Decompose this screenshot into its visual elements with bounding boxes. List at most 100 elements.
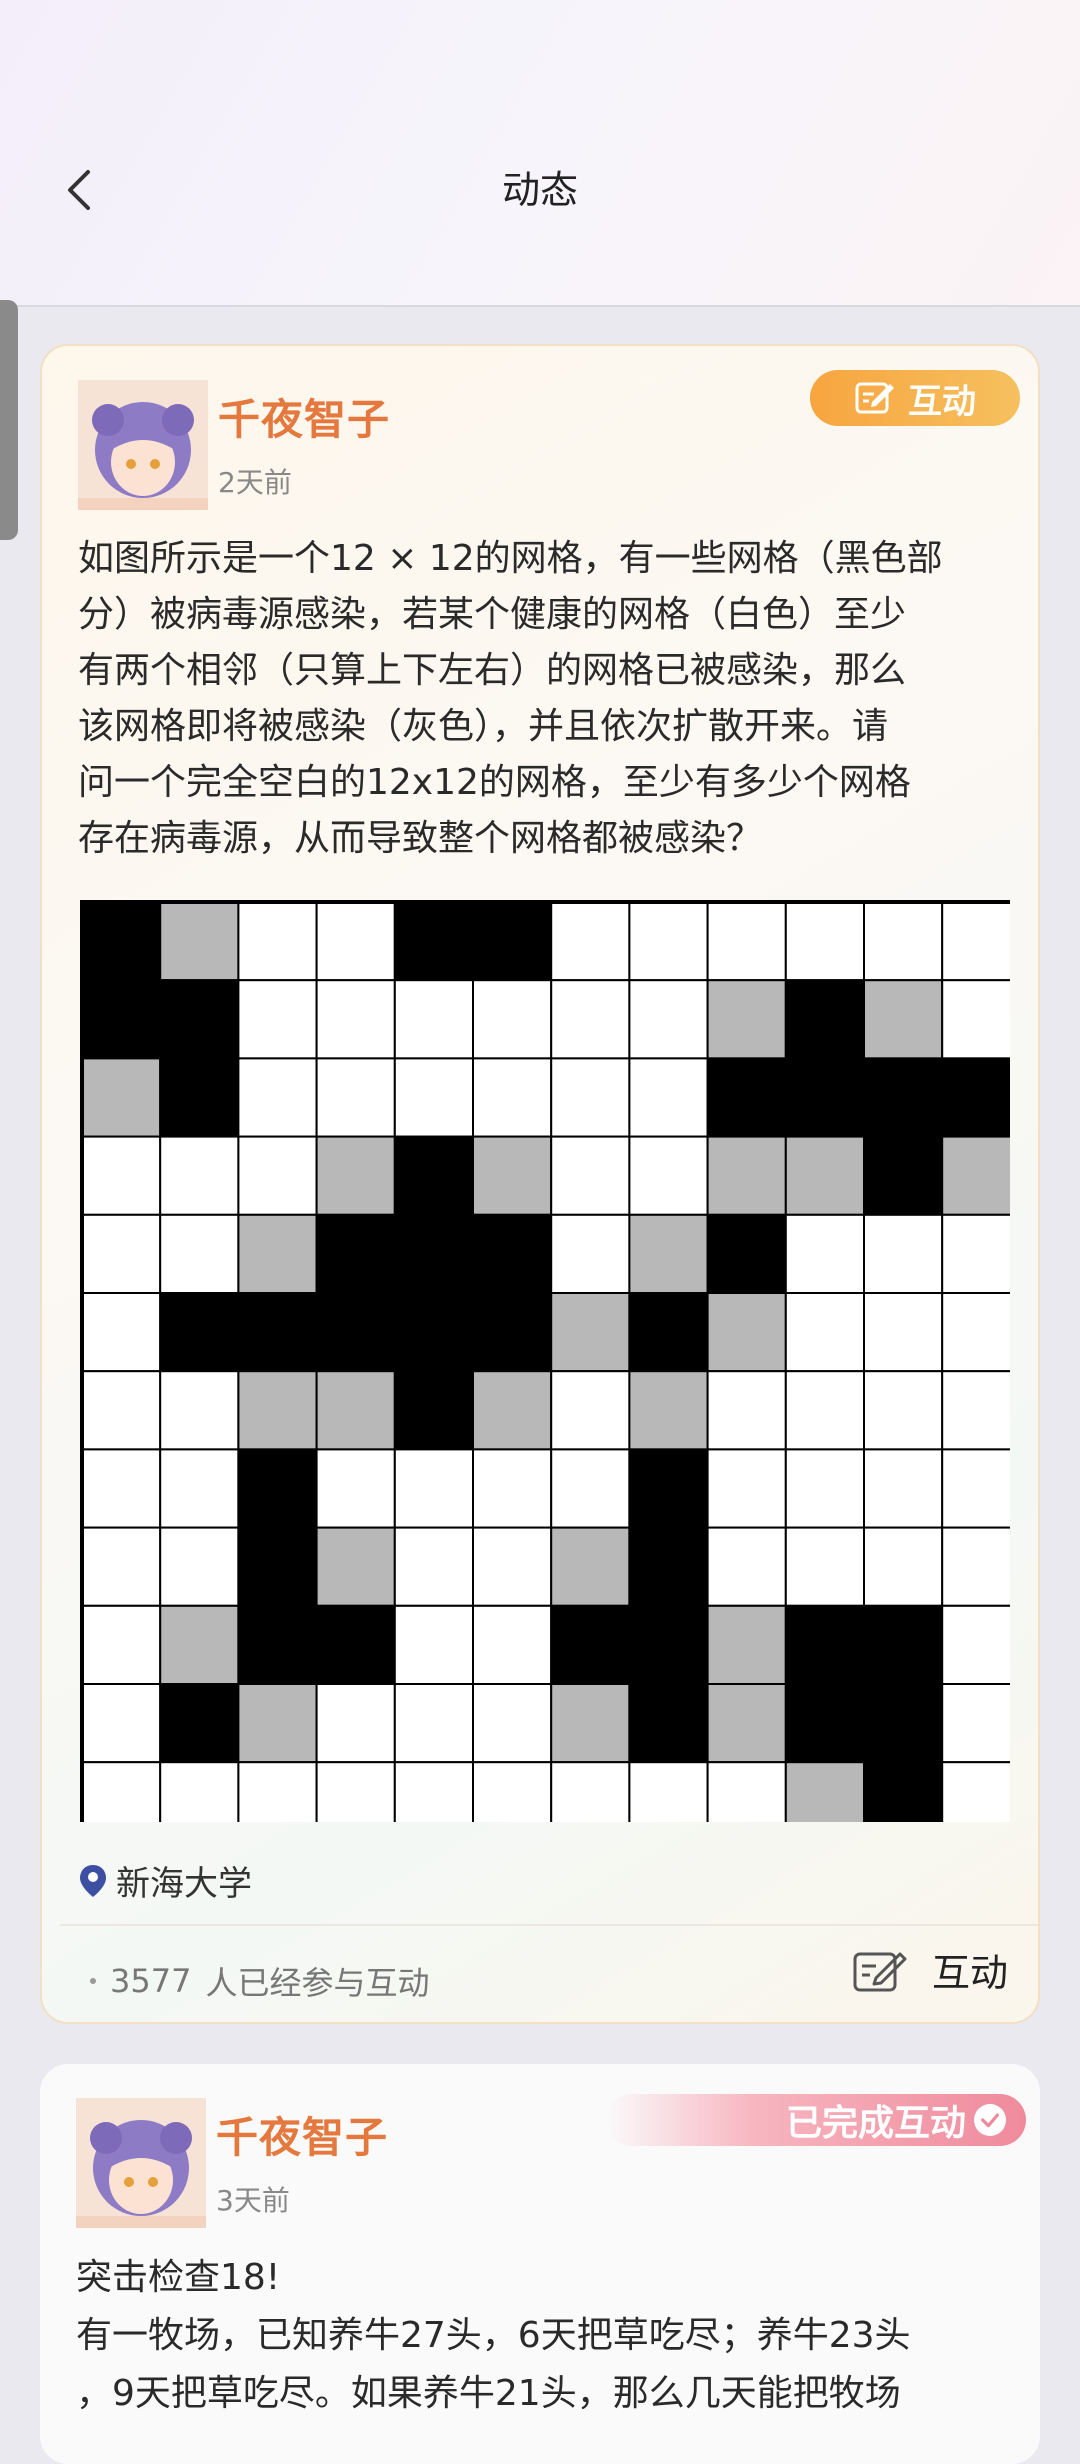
location-tag[interactable]: 新海大学 bbox=[78, 1856, 252, 1905]
grid-cell bbox=[393, 1370, 474, 1451]
avatar[interactable] bbox=[76, 2098, 206, 2228]
interact-badge[interactable]: 互动 bbox=[810, 370, 1020, 426]
grid-cell bbox=[784, 1683, 865, 1764]
grid-cell bbox=[628, 1135, 709, 1216]
grid-cell bbox=[628, 1761, 709, 1822]
participants-info: 3577 人已经参与互动 bbox=[90, 1958, 429, 2004]
grid-cell bbox=[628, 1448, 709, 1529]
grid-cell bbox=[706, 1370, 787, 1451]
grid-cell bbox=[706, 1761, 787, 1822]
edit-note-icon bbox=[853, 1952, 907, 1991]
grid-cell bbox=[472, 979, 553, 1060]
author-name[interactable]: 千夜智子 bbox=[218, 386, 390, 447]
grid-cell bbox=[550, 1370, 631, 1451]
grid-cell bbox=[941, 1526, 1010, 1607]
grid-cell bbox=[237, 1135, 318, 1216]
grid-cell bbox=[941, 979, 1010, 1060]
grid-cell bbox=[784, 1292, 865, 1373]
grid-cell bbox=[550, 1761, 631, 1822]
grid-cell bbox=[472, 1292, 553, 1373]
grid-cell bbox=[393, 1135, 474, 1216]
post-card[interactable]: 千夜智子 3天前 已完成互动 突击检查18! 有一牧场，已知养牛27头，6天把草… bbox=[40, 2064, 1040, 2464]
grid-cell bbox=[784, 1213, 865, 1294]
grid-cell bbox=[159, 1604, 240, 1685]
grid-cell bbox=[315, 1292, 396, 1373]
grid-cell bbox=[628, 1292, 709, 1373]
puzzle-grid-image[interactable] bbox=[80, 900, 1010, 1822]
grid-cell bbox=[706, 1526, 787, 1607]
grid-cell bbox=[159, 979, 240, 1060]
grid-cell bbox=[784, 1057, 865, 1138]
interact-button[interactable]: 互动 bbox=[852, 1942, 1008, 1997]
grid-cell bbox=[159, 1683, 240, 1764]
grid-cell bbox=[237, 1292, 318, 1373]
grid-cell bbox=[81, 901, 162, 982]
grid-cell bbox=[472, 901, 553, 982]
grid-cell bbox=[941, 1213, 1010, 1294]
grid-cell bbox=[237, 1604, 318, 1685]
grid-cell bbox=[315, 1370, 396, 1451]
post-time: 3天前 bbox=[216, 2184, 290, 2217]
grid-cell bbox=[393, 901, 474, 982]
grid-cell bbox=[81, 1135, 162, 1216]
grid-cell bbox=[863, 1604, 944, 1685]
grid-cell bbox=[784, 901, 865, 982]
grid-cell bbox=[863, 1135, 944, 1216]
grid-cell bbox=[393, 1604, 474, 1685]
grid-cell bbox=[81, 1683, 162, 1764]
grid-cell bbox=[472, 1526, 553, 1607]
grid-cell bbox=[81, 1761, 162, 1822]
grid-cell bbox=[81, 979, 162, 1060]
post-card[interactable]: 千夜智子 2天前 互动 如图所示是一个12 × 12的网格，有一些网格（黑色部 … bbox=[40, 344, 1040, 2024]
grid-cell bbox=[159, 1761, 240, 1822]
grid-cell bbox=[393, 1292, 474, 1373]
grid-cell bbox=[550, 1683, 631, 1764]
grid-cell bbox=[237, 1761, 318, 1822]
grid-cell bbox=[159, 1213, 240, 1294]
grid-cell bbox=[941, 1292, 1010, 1373]
grid-cell bbox=[315, 901, 396, 982]
grid-cell bbox=[863, 1761, 944, 1822]
grid-cell bbox=[472, 1448, 553, 1529]
post-body: 如图所示是一个12 × 12的网格，有一些网格（黑色部 分）被病毒源感染，若某个… bbox=[78, 538, 943, 859]
participants-text: 人已经参与互动 bbox=[205, 1964, 430, 2002]
top-bar: 动态 bbox=[0, 0, 1080, 307]
avatar[interactable] bbox=[78, 380, 208, 510]
grid-cell bbox=[472, 1370, 553, 1451]
grid-cell bbox=[237, 901, 318, 982]
grid-cell bbox=[550, 1213, 631, 1294]
grid-cell bbox=[628, 1526, 709, 1607]
grid-cell bbox=[550, 1526, 631, 1607]
grid-cell bbox=[315, 1213, 396, 1294]
grid-cell bbox=[550, 1292, 631, 1373]
grid-cell bbox=[472, 1135, 553, 1216]
completed-badge-label: 已完成互动 bbox=[785, 2103, 966, 2144]
grid-cell bbox=[628, 1683, 709, 1764]
grid-cell bbox=[315, 979, 396, 1060]
grid-cell bbox=[550, 1448, 631, 1529]
grid-cell bbox=[941, 1761, 1010, 1822]
grid-cell bbox=[706, 901, 787, 982]
grid-cell bbox=[81, 1370, 162, 1451]
edit-icon bbox=[855, 382, 894, 414]
grid-cell bbox=[863, 979, 944, 1060]
grid-cell bbox=[81, 1526, 162, 1607]
interact-badge-label: 互动 bbox=[908, 381, 976, 422]
completed-badge: 已完成互动 bbox=[606, 2094, 1026, 2146]
grid-cell bbox=[159, 1526, 240, 1607]
grid-cell bbox=[237, 1448, 318, 1529]
page-title: 动态 bbox=[501, 168, 578, 212]
grid-cell bbox=[863, 1526, 944, 1607]
grid-cell bbox=[863, 1057, 944, 1138]
author-name[interactable]: 千夜智子 bbox=[216, 2104, 388, 2165]
grid-cell bbox=[706, 1604, 787, 1685]
check-icon bbox=[974, 2104, 1006, 2136]
grid-cell bbox=[550, 1604, 631, 1685]
grid-cell bbox=[784, 1761, 865, 1822]
grid-cell bbox=[393, 1683, 474, 1764]
scroll-handle[interactable] bbox=[0, 300, 18, 540]
grid-cell bbox=[863, 1370, 944, 1451]
grid-cell bbox=[628, 1604, 709, 1685]
post-time: 2天前 bbox=[218, 466, 292, 499]
grid-cell bbox=[784, 1526, 865, 1607]
